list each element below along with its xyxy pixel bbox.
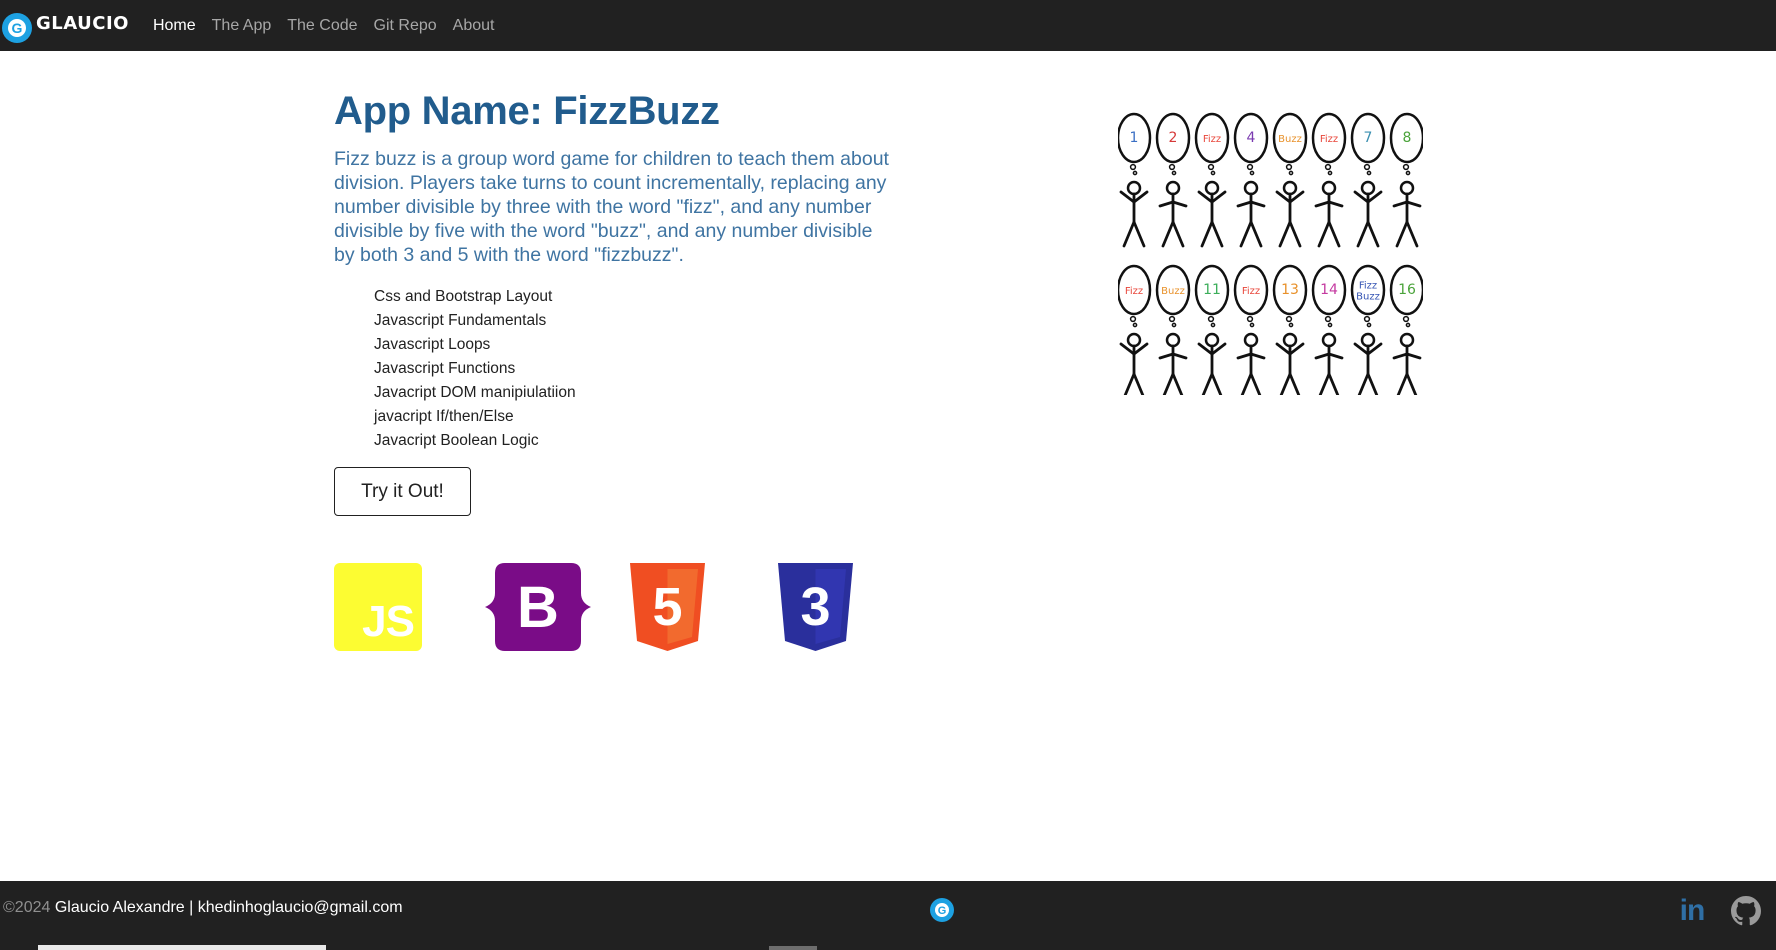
brand-logo-letter: G bbox=[12, 20, 23, 36]
stick-figure: 14 bbox=[1311, 264, 1347, 395]
navbar: G GLAUCIO Home The App The Code Git Repo… bbox=[0, 0, 1776, 51]
stick-figure: Fizz bbox=[1118, 264, 1152, 395]
skill-item: Javascript Fundamentals bbox=[374, 312, 547, 329]
bootstrap-logo-icon: B bbox=[483, 563, 593, 651]
github-icon[interactable] bbox=[1730, 895, 1762, 927]
bubble-label: 16 bbox=[1398, 282, 1416, 298]
fizzbuzz-illustration: 1 2 Fizz 4 Buzz Fizz 7 8Fizz Buzz 11 Fizz 13 14 FizzB… bbox=[1118, 112, 1423, 395]
stick-figure: Fizz bbox=[1233, 264, 1269, 395]
nav-the-app[interactable]: The App bbox=[212, 17, 272, 35]
html5-logo-icon: 5 bbox=[630, 563, 705, 651]
bubble-label: 7 bbox=[1364, 130, 1373, 146]
html5-logo-text: 5 bbox=[652, 577, 682, 637]
bubble-label: Buzz bbox=[1161, 286, 1185, 297]
stick-figure: Buzz bbox=[1272, 112, 1308, 248]
bubble-label: 13 bbox=[1281, 282, 1299, 298]
page-title: App Name: FizzBuzz bbox=[334, 89, 720, 133]
bubble-label: Fizz bbox=[1359, 281, 1377, 292]
bubble-label: Fizz bbox=[1242, 286, 1260, 297]
linkedin-icon-text: in bbox=[1679, 894, 1706, 927]
bubble-label: Fizz bbox=[1203, 134, 1221, 145]
bubble-label: Buzz bbox=[1356, 292, 1380, 303]
footer-credit: ©2024 Glaucio Alexandre | khedinhoglauci… bbox=[3, 899, 403, 917]
stick-figure: 13 bbox=[1272, 264, 1308, 395]
bubble-label: 4 bbox=[1247, 130, 1256, 146]
nav-git-repo[interactable]: Git Repo bbox=[374, 17, 437, 35]
nav-menu: Home The App The Code Git Repo About bbox=[153, 17, 511, 35]
stick-figure: Buzz bbox=[1155, 264, 1191, 395]
skill-item: javacript If/then/Else bbox=[374, 408, 514, 425]
skill-item: Javacript DOM manipiulatiion bbox=[374, 384, 576, 401]
bootstrap-logo-text: B bbox=[517, 575, 559, 640]
bubble-label: 2 bbox=[1169, 130, 1178, 146]
footer-author: Glaucio Alexandre | khedinhoglaucio@gmai… bbox=[54, 899, 403, 916]
linkedin-icon[interactable]: in bbox=[1676, 894, 1708, 927]
footer-logo-letter: G bbox=[938, 905, 947, 917]
bubble-label: 14 bbox=[1320, 282, 1338, 298]
nav-about[interactable]: About bbox=[453, 17, 495, 35]
stick-figure: 7 bbox=[1350, 112, 1386, 248]
css3-logo-icon: 3 bbox=[778, 563, 853, 651]
skills-list: Css and Bootstrap Layout Javascript Fund… bbox=[374, 285, 894, 453]
stick-figure: 8 bbox=[1389, 112, 1423, 248]
nav-home[interactable]: Home bbox=[153, 17, 196, 35]
bubble-label: 8 bbox=[1403, 130, 1412, 146]
footer: ©2024 Glaucio Alexandre | khedinhoglauci… bbox=[0, 881, 1776, 950]
footer-logo-icon[interactable]: G bbox=[930, 898, 954, 922]
app-description: Fizz buzz is a group word game for child… bbox=[334, 148, 889, 266]
try-it-out-button[interactable]: Try it Out! bbox=[334, 467, 471, 516]
stick-figure: 4 bbox=[1233, 112, 1269, 248]
horizontal-scrollbar[interactable] bbox=[38, 945, 326, 950]
stick-figure: Fizz bbox=[1311, 112, 1347, 248]
javascript-logo-icon: JS bbox=[334, 563, 422, 651]
bubble-label: 11 bbox=[1203, 282, 1221, 298]
social-links: in bbox=[1654, 894, 1762, 927]
brand-logo-icon: G bbox=[2, 12, 32, 43]
stick-figure: 11 bbox=[1194, 264, 1230, 395]
stick-figure: Fizz bbox=[1194, 112, 1230, 248]
javascript-logo-text: JS bbox=[362, 597, 415, 646]
bubble-label: 1 bbox=[1130, 130, 1139, 146]
bubble-label: Fizz bbox=[1320, 134, 1338, 145]
skill-item: Css and Bootstrap Layout bbox=[374, 288, 553, 305]
brand-text: GLAUCIO bbox=[36, 13, 129, 34]
bubble-label: Fizz bbox=[1125, 286, 1143, 297]
brand[interactable]: G GLAUCIO bbox=[2, 0, 129, 51]
stick-figure: 16 bbox=[1389, 264, 1423, 395]
stick-figure: 1 bbox=[1118, 112, 1152, 248]
stick-figure: 2 bbox=[1155, 112, 1191, 248]
skill-item: Javascript Functions bbox=[374, 360, 516, 377]
stick-figure: FizzBuzz bbox=[1350, 264, 1386, 395]
nav-the-code[interactable]: The Code bbox=[287, 17, 357, 35]
bubble-label: Buzz bbox=[1278, 134, 1302, 145]
scroll-indicator bbox=[769, 946, 817, 950]
css3-logo-text: 3 bbox=[800, 577, 830, 637]
skill-item: Javascript Loops bbox=[374, 336, 491, 353]
footer-copyright: ©2024 bbox=[3, 899, 51, 916]
main-content: App Name: FizzBuzz Fizz buzz is a group … bbox=[334, 85, 894, 516]
skill-item: Javacript Boolean Logic bbox=[374, 432, 539, 449]
